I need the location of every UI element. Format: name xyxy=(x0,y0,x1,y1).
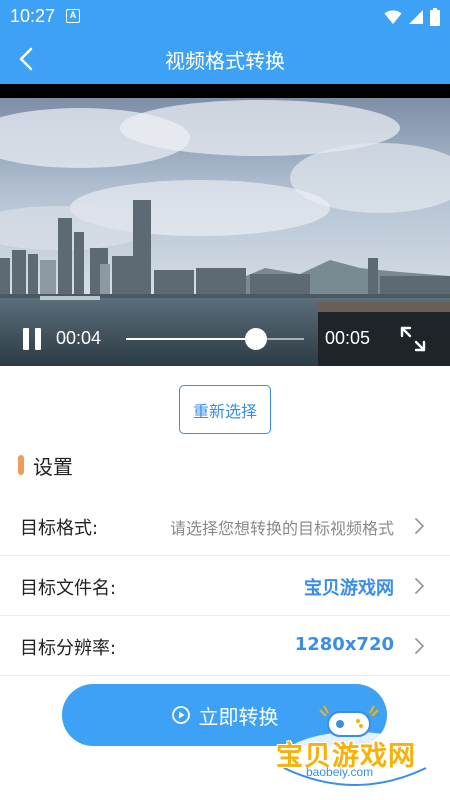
video-controls: 00:04 00:05 xyxy=(0,320,450,366)
status-icons xyxy=(384,8,440,26)
video-player[interactable]: 00:04 00:05 xyxy=(0,84,450,366)
convert-label: 立即转换 xyxy=(198,704,279,729)
seek-bar[interactable] xyxy=(126,328,304,350)
status-bar: 10:27 A xyxy=(0,0,450,34)
wifi-icon xyxy=(384,10,402,24)
total-time: 00:05 xyxy=(325,328,371,348)
target-resolution-row[interactable]: 目标分辨率: 1280x720 xyxy=(0,616,450,676)
target-filename-row[interactable]: 目标文件名: 宝贝游戏网 xyxy=(0,556,450,616)
target-format-row[interactable]: 目标格式: 请选择您想转换的目标视频格式 xyxy=(0,496,450,556)
app-bar: 视频格式转换 xyxy=(0,34,450,84)
fullscreen-button[interactable] xyxy=(398,324,428,354)
target-filename-value: 宝贝游戏网 xyxy=(304,578,394,599)
seek-thumb[interactable] xyxy=(244,328,267,350)
page-title: 视频格式转换 xyxy=(165,49,285,73)
seek-progress xyxy=(126,338,256,340)
reselect-button[interactable]: 重新选择 xyxy=(179,385,271,434)
target-format-label: 目标格式: xyxy=(20,518,99,539)
target-resolution-label: 目标分辨率: xyxy=(20,638,117,659)
settings-title: 设置 xyxy=(33,454,73,479)
target-filename-label: 目标文件名: xyxy=(20,578,117,599)
pause-icon xyxy=(23,328,29,350)
fullscreen-icon xyxy=(400,326,426,352)
chevron-right-icon xyxy=(415,578,424,594)
pause-button[interactable] xyxy=(22,328,42,352)
status-time: 10:27 xyxy=(10,6,56,26)
target-format-value: 请选择您想转换的目标视频格式 xyxy=(169,519,394,538)
chevron-right-icon xyxy=(415,518,424,534)
signal-icon xyxy=(409,10,423,24)
play-circle-icon xyxy=(171,706,190,724)
target-resolution-value: 1280x720 xyxy=(294,634,394,655)
current-time: 00:04 xyxy=(56,328,102,348)
notification-icon: A xyxy=(66,9,80,23)
watermark-logo: 宝贝游戏网 baobeiy.com xyxy=(270,698,440,793)
settings-header: 设置 xyxy=(18,450,73,480)
section-marker xyxy=(18,455,24,475)
watermark-url: baobeiy.com xyxy=(306,765,374,779)
battery-icon xyxy=(430,8,440,26)
chevron-right-icon xyxy=(415,638,424,654)
